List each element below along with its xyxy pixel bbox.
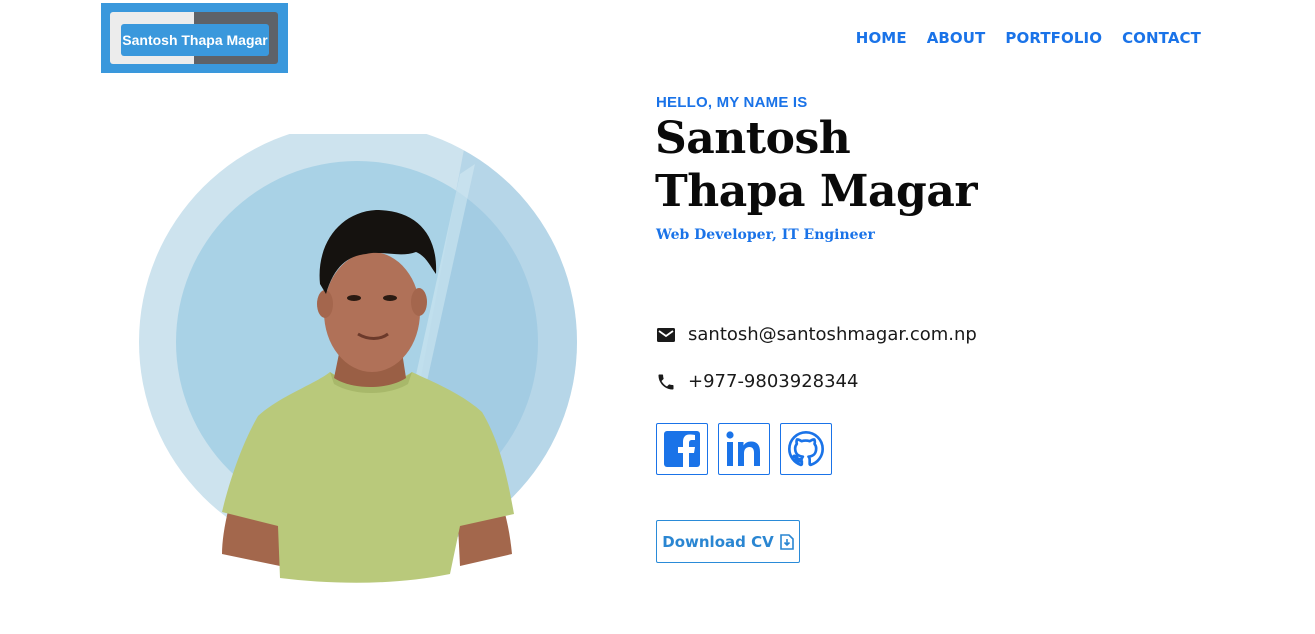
social-links (656, 423, 832, 475)
hero-name: Santosh Thapa Magar (655, 112, 978, 218)
logo-text: Santosh Thapa Magar (121, 24, 269, 56)
site-logo[interactable]: Santosh Thapa Magar (101, 3, 288, 73)
nav-contact[interactable]: CONTACT (1122, 29, 1201, 47)
hero-name-line-2: Thapa Magar (655, 166, 978, 217)
facebook-link[interactable] (656, 423, 708, 475)
phone-icon (656, 372, 676, 392)
nav-home[interactable]: HOME (856, 29, 907, 47)
download-cv-button[interactable]: Download CV (656, 520, 800, 563)
email-link[interactable]: santosh@santoshmagar.com.np (688, 324, 977, 345)
hero-role: Web Developer, IT Engineer (656, 227, 875, 243)
phone-row: +977-9803928344 (656, 371, 858, 392)
github-icon (788, 431, 824, 467)
download-cv-label: Download CV (662, 532, 774, 551)
linkedin-link[interactable] (718, 423, 770, 475)
facebook-icon (664, 431, 700, 467)
hero-name-line-1: Santosh (655, 113, 851, 164)
profile-photo (130, 123, 590, 594)
file-download-icon (779, 533, 794, 550)
main-nav: HOME ABOUT PORTFOLIO CONTACT (856, 29, 1201, 47)
nav-portfolio[interactable]: PORTFOLIO (1005, 29, 1102, 47)
phone-link[interactable]: +977-9803928344 (688, 371, 858, 392)
greeting-text: HELLO, MY NAME IS (656, 94, 808, 111)
nav-about[interactable]: ABOUT (927, 29, 986, 47)
mail-icon (656, 325, 676, 345)
github-link[interactable] (780, 423, 832, 475)
linkedin-icon (726, 431, 760, 466)
email-row: santosh@santoshmagar.com.np (656, 324, 977, 345)
